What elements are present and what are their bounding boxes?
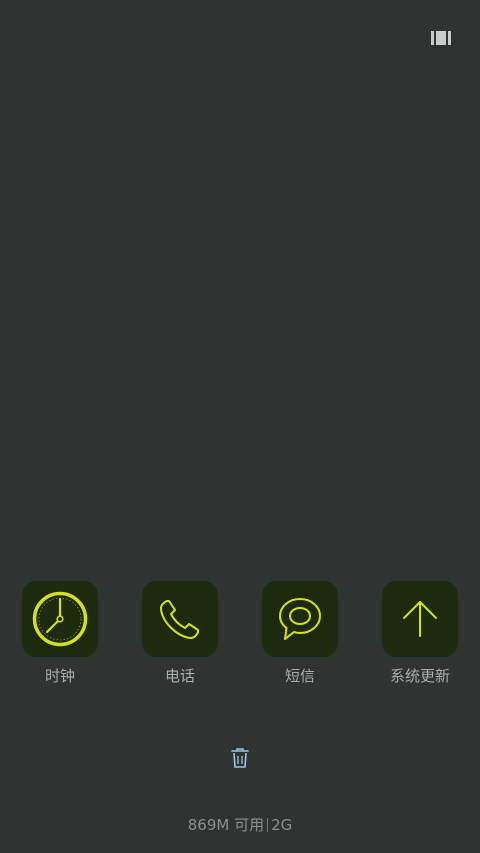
app-icon-box — [382, 581, 458, 657]
app-icon-box — [142, 581, 218, 657]
app-icon-box — [22, 581, 98, 657]
trash-icon — [231, 748, 249, 768]
arrow-up-icon — [403, 601, 437, 637]
app-label-messages: 短信 — [284, 667, 315, 685]
phone-icon — [160, 600, 199, 639]
memory-divider — [267, 818, 269, 832]
memory-available: 869M 可用 — [187, 816, 265, 834]
app-label-clock: 时钟 — [44, 667, 75, 685]
clock-icon — [32, 591, 88, 647]
message-bubble-icon — [279, 598, 321, 640]
view-toggle-button[interactable] — [430, 29, 452, 47]
recents-view-toggle-icon — [431, 31, 451, 45]
app-label-system-update: 系统更新 — [389, 667, 450, 685]
memory-total: 2G — [271, 816, 293, 834]
app-icon-box — [262, 581, 338, 657]
clear-all-button[interactable] — [229, 746, 251, 770]
recent-apps-row: 时钟 电话 短信 系统更新 — [0, 581, 480, 691]
app-label-phone: 电话 — [164, 667, 195, 685]
memory-status: 869M 可用 2G — [0, 815, 480, 835]
